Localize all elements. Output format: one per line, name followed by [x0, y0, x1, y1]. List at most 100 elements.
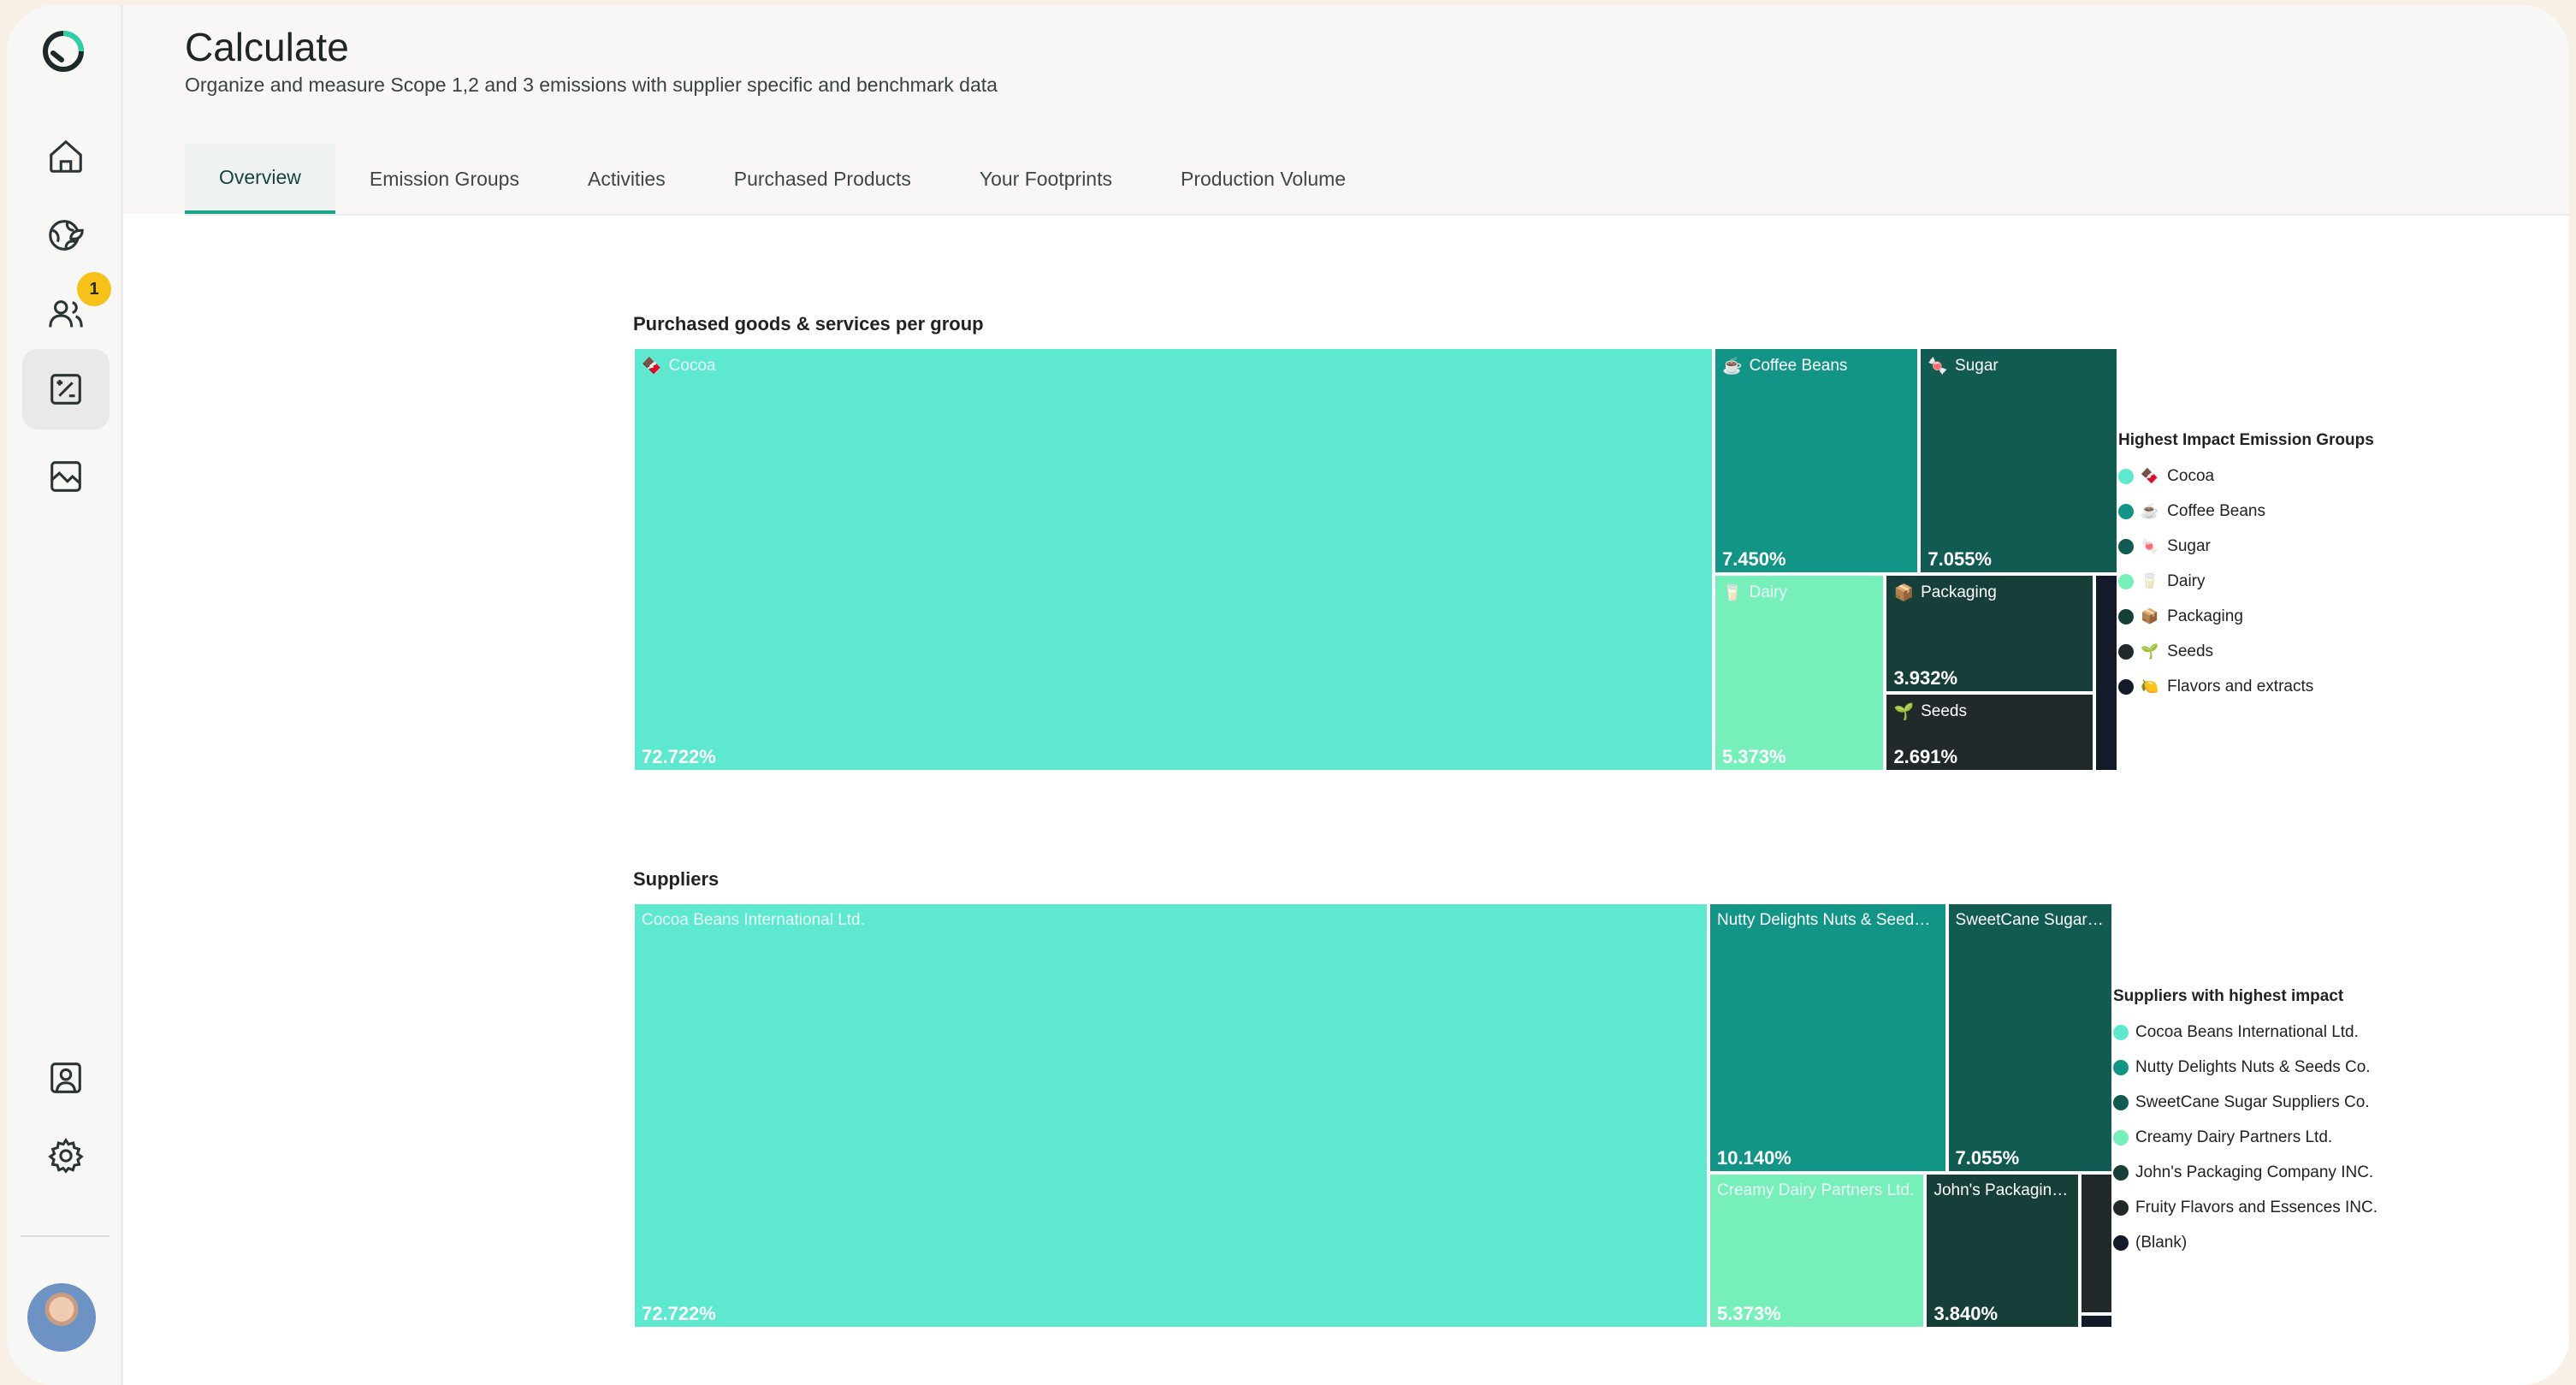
sidebar: 1 — [7, 5, 123, 1385]
treemap-tile[interactable]: 🥛 Dairy 5.373% — [1713, 574, 1886, 772]
legend-item[interactable]: 🍫 Cocoa — [2118, 459, 2374, 494]
treemap-tile[interactable] — [2080, 1313, 2113, 1329]
treemap-tile[interactable]: 🌱 Seeds 2.691% — [1885, 693, 2095, 772]
legend-item[interactable]: 🍬 Sugar — [2118, 529, 2374, 564]
tile-label: John's Packagin… — [1933, 1181, 2068, 1200]
treemap-tile[interactable]: Nutty Delights Nuts & Seed… 10.140% — [1708, 903, 1947, 1174]
tile-label: ☕ Coffee Beans — [1722, 356, 1847, 376]
treemap-tile[interactable]: 🍬 Sugar 7.055% — [1919, 347, 2118, 575]
tile-value: 72.722% — [642, 1303, 716, 1324]
tab-purchased-products[interactable]: Purchased Products — [700, 144, 945, 214]
legend-swatch — [2118, 643, 2134, 660]
legend-label: Cocoa Beans International Ltd. — [2135, 1022, 2359, 1041]
treemap-purchased-goods: 🍫 Cocoa 72.722% ☕ Coffee Beans 7.450% 🍬 Sugar 7.… — [633, 347, 2118, 772]
legend-label: Cocoa — [2167, 466, 2215, 485]
legend-swatch — [2118, 573, 2134, 589]
main-content: Purchased goods & services per group 🍫 Co… — [123, 216, 2569, 1385]
legend-category-icon: 📦 — [2141, 607, 2159, 624]
sidebar-item-calculate[interactable] — [22, 349, 110, 429]
legend-swatch — [2113, 1199, 2129, 1216]
treemap-tile[interactable]: Cocoa Beans International Ltd. 72.722% — [633, 903, 1709, 1329]
tile-value: 7.055% — [1928, 548, 1992, 571]
tile-value: 5.373% — [1721, 745, 1786, 767]
sidebar-item-settings[interactable] — [22, 1116, 110, 1196]
tile-category-icon: ☕ — [1721, 358, 1743, 376]
legend-swatch — [2113, 1234, 2129, 1251]
tab-emission-groups[interactable]: Emission Groups — [335, 144, 554, 214]
legend-swatch — [2118, 608, 2134, 624]
legend-item[interactable]: SweetCane Sugar Suppliers Co. — [2113, 1085, 2378, 1120]
app-frame: 1 Calculate Organize and measure Scope 1… — [7, 5, 2569, 1385]
legend-item[interactable]: Fruity Flavors and Essences INC. — [2113, 1190, 2378, 1225]
treemap-tile[interactable]: Creamy Dairy Partners Ltd. 5.373% — [1708, 1173, 1926, 1329]
legend-item[interactable]: ☕ Coffee Beans — [2118, 494, 2374, 529]
sidebar-item-home[interactable] — [22, 116, 110, 197]
tile-category-icon: 🌱 — [1893, 703, 1915, 722]
tile-value: 2.691% — [1893, 745, 1958, 767]
legend-label: Coffee Beans — [2167, 501, 2265, 520]
legend-item[interactable]: 🌱 Seeds — [2118, 634, 2374, 669]
legend-item[interactable]: Creamy Dairy Partners Ltd. — [2113, 1120, 2378, 1155]
legend-item[interactable]: 🥛 Dairy — [2118, 564, 2374, 599]
tile-value: 72.722% — [642, 746, 716, 767]
legend-label: Packaging — [2167, 607, 2243, 625]
treemap-tile[interactable]: 🍫 Cocoa 72.722% — [633, 347, 1714, 772]
tile-value: 3.840% — [1933, 1302, 1999, 1324]
legend-label: Dairy — [2167, 571, 2206, 590]
chart-title: Purchased goods & services per group — [633, 313, 984, 334]
legend-label: SweetCane Sugar Suppliers Co. — [2135, 1092, 2370, 1111]
legend-swatch — [2118, 503, 2134, 519]
legend-item[interactable]: 📦 Packaging — [2118, 599, 2374, 634]
legend-label: Seeds — [2167, 642, 2214, 660]
tile-name: Creamy Dairy Partners Ltd. — [1717, 1181, 1915, 1200]
tile-name: Nutty Delights Nuts & Seed… — [1717, 911, 1931, 929]
tile-value: 3.932% — [1893, 667, 1958, 690]
tile-value: 5.373% — [1717, 1302, 1781, 1324]
tile-name: SweetCane Sugar… — [1955, 911, 2104, 929]
sidebar-item-emissions[interactable] — [22, 195, 110, 275]
treemap-tile[interactable]: ☕ Coffee Beans 7.450% — [1713, 347, 1920, 575]
legend-item[interactable]: John's Packaging Company INC. — [2113, 1155, 2378, 1190]
tile-label: 🍬 Sugar — [1928, 356, 1998, 376]
legend-label: Sugar — [2167, 536, 2211, 555]
users-icon — [49, 300, 83, 328]
tile-label: Cocoa Beans International Ltd. — [642, 911, 865, 930]
sidebar-item-reports[interactable] — [22, 436, 110, 517]
app-logo[interactable] — [39, 27, 87, 75]
legend-item[interactable]: Nutty Delights Nuts & Seeds Co. — [2113, 1050, 2378, 1085]
legend-suppliers: Suppliers with highest impact Cocoa Bean… — [2113, 987, 2378, 1260]
tile-name: Dairy — [1749, 583, 1787, 602]
sidebar-item-profile[interactable] — [22, 1038, 110, 1118]
tab-your-footprints[interactable]: Your Footprints — [945, 144, 1146, 214]
tile-name: Packaging — [1921, 583, 1997, 602]
tile-label: SweetCane Sugar… — [1956, 911, 2104, 930]
tab-production-volume[interactable]: Production Volume — [1146, 144, 1380, 214]
contact-card-icon — [50, 1062, 81, 1093]
tile-category-icon: 📦 — [1893, 584, 1915, 603]
tile-label: 📦 Packaging — [1893, 583, 1996, 603]
tile-label: Creamy Dairy Partners Ltd. — [1717, 1181, 1914, 1200]
treemap-tile[interactable] — [2080, 1173, 2113, 1314]
treemap-tile[interactable]: John's Packagin… 3.840% — [1925, 1173, 2081, 1329]
notification-badge: 1 — [77, 272, 111, 306]
legend-label: John's Packaging Company INC. — [2135, 1163, 2374, 1181]
tile-category-icon: 🥛 — [1721, 584, 1743, 603]
treemap-tile[interactable]: 📦 Packaging 3.932% — [1885, 574, 2095, 694]
legend-label: Flavors and extracts — [2167, 677, 2314, 695]
avatar[interactable] — [27, 1283, 96, 1352]
legend-label: Fruity Flavors and Essences INC. — [2135, 1198, 2378, 1216]
tab-overview[interactable]: Overview — [185, 144, 335, 214]
legend-item[interactable]: (Blank) — [2113, 1225, 2378, 1260]
tile-label: 🌱 Seeds — [1893, 701, 1967, 722]
treemap-tile[interactable] — [2094, 574, 2118, 772]
tab-activities[interactable]: Activities — [554, 144, 700, 214]
legend-swatch — [2113, 1094, 2129, 1110]
page-title: Calculate — [185, 25, 349, 69]
tile-name: Coffee Beans — [1749, 357, 1848, 375]
legend-item[interactable]: 🍋 Flavors and extracts — [2118, 669, 2374, 704]
tile-value: 7.055% — [1955, 1147, 2020, 1169]
legend-label: (Blank) — [2135, 1233, 2188, 1252]
chart-title: Suppliers — [633, 868, 720, 890]
legend-item[interactable]: Cocoa Beans International Ltd. — [2113, 1015, 2378, 1050]
treemap-tile[interactable]: SweetCane Sugar… 7.055% — [1946, 903, 2113, 1174]
